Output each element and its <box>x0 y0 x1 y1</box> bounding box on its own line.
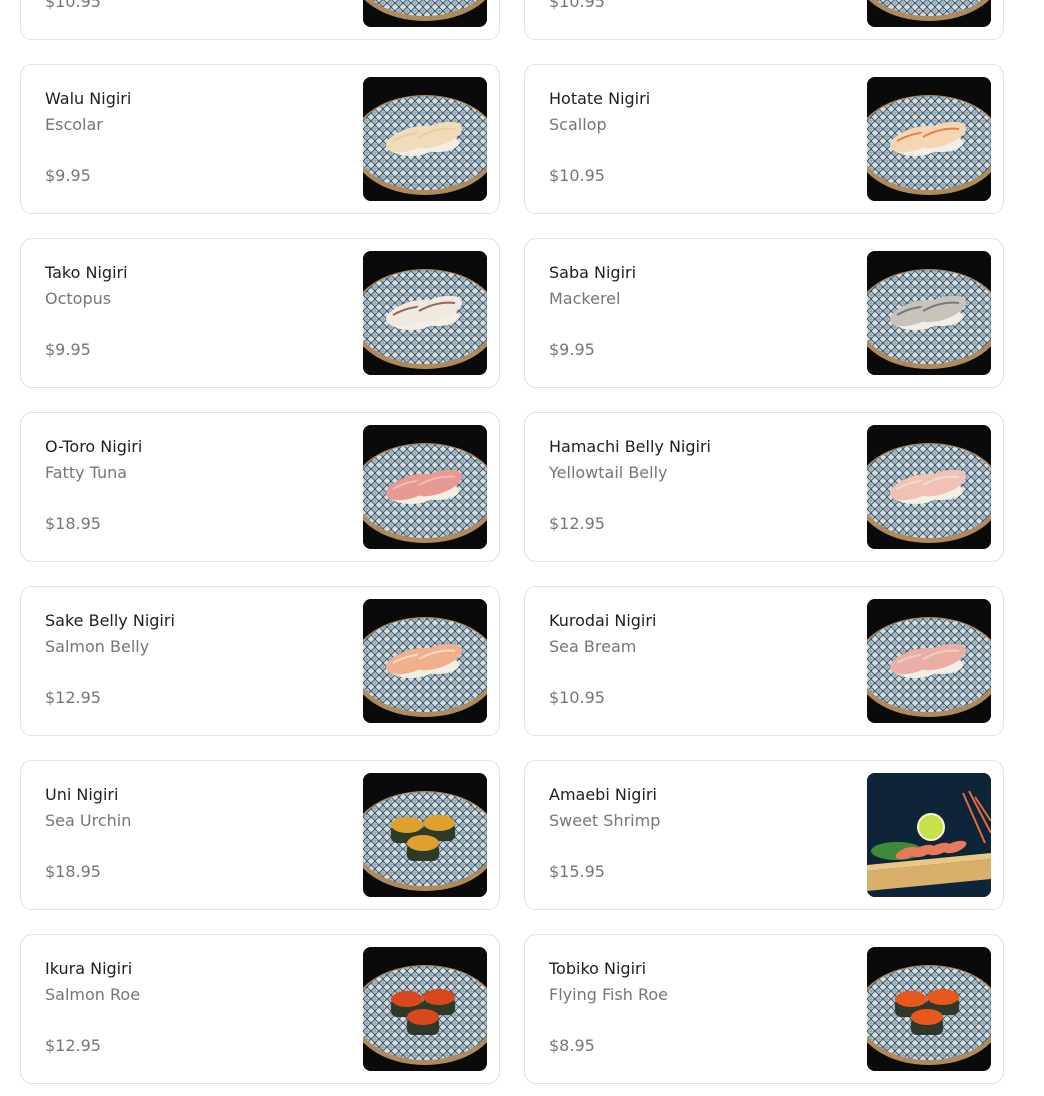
menu-item-description: Salmon Belly <box>45 637 150 656</box>
menu-item-card[interactable]: Tako Nigiri Octopus $9.95 <box>20 238 500 388</box>
menu-item-photo <box>363 773 487 897</box>
menu-item-card[interactable]: Kurodai Nigiri Sea Bream $10.95 <box>524 586 1004 736</box>
menu-item-name: Tako Nigiri <box>45 263 128 282</box>
menu-item-description: Mackerel <box>549 289 621 308</box>
menu-item-photo <box>363 251 487 375</box>
menu-item-photo <box>867 77 991 201</box>
menu-item-photo <box>867 599 991 723</box>
menu-item-description: Salmon Roe <box>45 985 141 1004</box>
menu-item-photo <box>867 773 991 897</box>
menu-item-photo <box>363 599 487 723</box>
menu-item-photo <box>867 251 991 375</box>
menu-item-description: Fatty Tuna <box>45 463 128 482</box>
menu-item-price: $10.95 <box>45 0 101 11</box>
menu-item-photo <box>867 0 991 27</box>
menu-item-photo <box>363 947 487 1071</box>
menu-item-card[interactable]: Saba Nigiri Mackerel $9.95 <box>524 238 1004 388</box>
menu-item-price: $8.95 <box>549 1036 595 1055</box>
menu-item-card[interactable]: Sake Belly Nigiri Salmon Belly $12.95 <box>20 586 500 736</box>
menu-item-photo <box>363 77 487 201</box>
menu-item-price: $12.95 <box>45 1036 101 1055</box>
menu-item-name: Uni Nigiri <box>45 785 119 804</box>
menu-item-price: $12.95 <box>549 514 605 533</box>
menu-item-price: $18.95 <box>45 514 101 533</box>
menu-item-description: Yellowtail Belly <box>549 463 668 482</box>
menu-item-price: $10.95 <box>549 0 605 11</box>
menu-item-description: Sweet Shrimp <box>549 811 661 830</box>
menu-page: $10.95 $10.95 Walu Nigiri Escolar $9.95 Hotat… <box>0 0 1044 1096</box>
menu-item-card[interactable]: $10.95 <box>524 0 1004 40</box>
menu-item-card[interactable]: Hotate Nigiri Scallop $10.95 <box>524 64 1004 214</box>
menu-item-price: $12.95 <box>45 688 101 707</box>
menu-item-card[interactable]: Tobiko Nigiri Flying Fish Roe $8.95 <box>524 934 1004 1084</box>
menu-item-description: Scallop <box>549 115 607 134</box>
menu-item-card[interactable]: Uni Nigiri Sea Urchin $18.95 <box>20 760 500 910</box>
menu-item-price: $9.95 <box>549 340 595 359</box>
menu-item-photo <box>363 425 487 549</box>
menu-item-price: $9.95 <box>45 166 91 185</box>
menu-item-card[interactable]: $10.95 <box>20 0 500 40</box>
menu-item-card[interactable]: O-Toro Nigiri Fatty Tuna $18.95 <box>20 412 500 562</box>
menu-item-price: $9.95 <box>45 340 91 359</box>
menu-item-name: Saba Nigiri <box>549 263 637 282</box>
menu-item-description: Octopus <box>45 289 112 308</box>
menu-item-description: Flying Fish Roe <box>549 985 669 1004</box>
menu-item-name: Hotate Nigiri <box>549 89 651 108</box>
menu-item-description: Sea Urchin <box>45 811 132 830</box>
menu-item-name: O-Toro Nigiri <box>45 437 143 456</box>
menu-item-photo <box>867 947 991 1071</box>
menu-item-grid: $10.95 $10.95 Walu Nigiri Escolar $9.95 Hotat… <box>20 0 1004 1084</box>
menu-item-card[interactable]: Amaebi Nigiri Sweet Shrimp $15.95 <box>524 760 1004 910</box>
menu-item-name: Sake Belly Nigiri <box>45 611 175 630</box>
menu-item-card[interactable]: Hamachi Belly Nigiri Yellowtail Belly $12.… <box>524 412 1004 562</box>
menu-item-name: Walu Nigiri <box>45 89 132 108</box>
menu-item-photo <box>867 425 991 549</box>
menu-item-price: $10.95 <box>549 166 605 185</box>
menu-item-description: Escolar <box>45 115 103 134</box>
menu-item-card[interactable]: Walu Nigiri Escolar $9.95 <box>20 64 500 214</box>
menu-item-price: $18.95 <box>45 862 101 881</box>
menu-item-price: $10.95 <box>549 688 605 707</box>
menu-item-card[interactable]: Ikura Nigiri Salmon Roe $12.95 <box>20 934 500 1084</box>
menu-item-name: Hamachi Belly Nigiri <box>549 437 711 456</box>
menu-item-description: Sea Bream <box>549 637 637 656</box>
menu-item-name: Amaebi Nigiri <box>549 785 657 804</box>
menu-item-name: Kurodai Nigiri <box>549 611 657 630</box>
menu-item-name: Tobiko Nigiri <box>549 959 647 978</box>
menu-item-photo <box>363 0 487 27</box>
menu-item-price: $15.95 <box>549 862 605 881</box>
menu-item-name: Ikura Nigiri <box>45 959 133 978</box>
